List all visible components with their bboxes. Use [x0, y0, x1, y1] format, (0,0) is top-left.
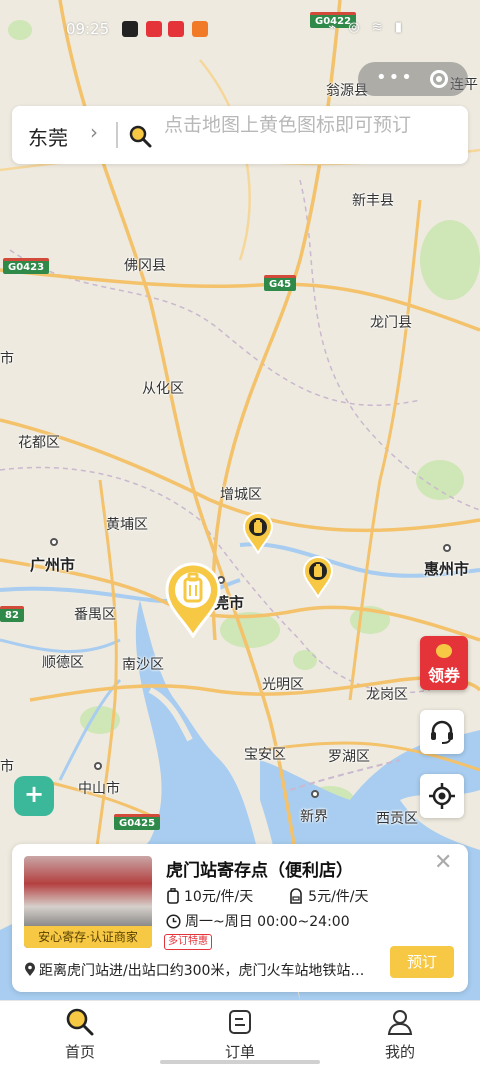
- locate-icon: [429, 783, 455, 809]
- label-shi-left: 市: [0, 351, 14, 367]
- promo-tag: 多订特惠: [164, 934, 212, 950]
- certified-badge: 安心寄存·认证商家: [24, 926, 152, 948]
- search-icon[interactable]: [128, 124, 152, 148]
- tab-bar: 首页 订单 我的: [0, 1000, 480, 1066]
- label-conghua: 从化区: [142, 381, 184, 397]
- suitcase-icon: [167, 888, 179, 904]
- price-row: 10元/件/天 5元/件/天: [166, 886, 369, 906]
- coupon-icon: [436, 644, 452, 658]
- tab-profile[interactable]: 我的: [350, 1007, 450, 1062]
- clock-icon: [166, 914, 181, 929]
- city-dot-xinjie: [311, 790, 319, 798]
- video-app-icon: [146, 21, 162, 37]
- hours-row: 周一~周日 00:00~24:00: [166, 911, 350, 931]
- label-zengcheng: 增城区: [220, 487, 262, 503]
- close-icon[interactable]: ✕: [434, 850, 452, 875]
- label-luohu: 罗湖区: [328, 749, 370, 765]
- label-xigong: 西贡区: [376, 811, 418, 827]
- search-icon: [66, 1008, 94, 1036]
- label-huangpu: 黄埔区: [106, 517, 148, 533]
- app-notification-icon: [122, 21, 138, 37]
- store-name: 虎门站寄存点（便利店）: [166, 861, 353, 881]
- label-zhongshan: 中山市: [78, 781, 120, 797]
- label-shunde: 顺德区: [42, 655, 84, 671]
- status-time: 09:25: [66, 20, 110, 38]
- close-miniprogram-icon[interactable]: [430, 70, 448, 88]
- label-xinfeng: 新丰县: [352, 193, 394, 209]
- customer-service-button[interactable]: [420, 710, 464, 754]
- tab-home[interactable]: 首页: [30, 1007, 130, 1062]
- shop-app-icon: [192, 21, 208, 37]
- tab-orders[interactable]: 订单: [190, 1007, 290, 1062]
- search-input[interactable]: 点击地图上黄色图标即可预订: [164, 112, 454, 138]
- label-panyu: 番禺区: [74, 607, 116, 623]
- price-small: 5元/件/天: [308, 889, 369, 905]
- home-indicator: [160, 1060, 320, 1064]
- location-pin-icon: [25, 962, 35, 976]
- coupon-label: 领券: [427, 666, 460, 685]
- city-dot-huizhou: [443, 544, 451, 552]
- system-status-icons: ⌁ ◎ ≋ ▮: [328, 20, 406, 35]
- divider: [116, 122, 118, 148]
- tab-home-label: 首页: [64, 1043, 95, 1061]
- backpack-icon: [290, 888, 302, 904]
- orders-icon: [229, 1010, 251, 1034]
- store-address[interactable]: 距离虎门站进/出站口约300米，虎门火车站地铁站…: [24, 960, 376, 980]
- chevron-right-icon[interactable]: ›: [90, 120, 98, 144]
- store-card[interactable]: 安心寄存·认证商家 虎门站寄存点（便利店） ✕ 10元/件/天 5元/件/天 周…: [12, 844, 468, 992]
- city-selector[interactable]: 东莞: [28, 122, 68, 151]
- headset-icon: [431, 720, 453, 744]
- tab-orders-label: 订单: [224, 1043, 255, 1061]
- route-shield-g0425: G0425: [114, 814, 161, 830]
- label-baoan: 宝安区: [244, 747, 286, 763]
- route-shield-g45: G45: [264, 275, 297, 291]
- profile-icon: [387, 1010, 413, 1035]
- price-large: 10元/件/天: [184, 889, 254, 905]
- storage-pin-small-2[interactable]: [302, 556, 334, 598]
- tab-profile-label: 我的: [384, 1043, 415, 1061]
- label-shi-left2: 市: [0, 759, 14, 775]
- label-nansha: 南沙区: [122, 657, 164, 673]
- label-huadu: 花都区: [18, 435, 60, 451]
- label-xinjie: 新界: [300, 809, 328, 825]
- address-text: 距离虎门站进/出站口约300米，虎门火车站地铁站…: [39, 963, 365, 979]
- city-dot-guangzhou: [50, 538, 58, 546]
- safety-shield-button[interactable]: +: [14, 776, 54, 816]
- route-shield-82: 82: [0, 606, 24, 622]
- locate-button[interactable]: [420, 774, 464, 818]
- storage-pin-selected[interactable]: [164, 562, 222, 638]
- shield-plus-icon: +: [23, 780, 45, 808]
- route-shield-g0423: G0423: [3, 258, 50, 274]
- more-icon[interactable]: •••: [376, 67, 414, 88]
- label-guangzhou: 广州市: [30, 556, 76, 574]
- label-guangming: 光明区: [262, 677, 304, 693]
- news-app-icon: [168, 21, 184, 37]
- label-longgang: 龙岗区: [366, 687, 408, 703]
- miniprogram-capsule[interactable]: •••: [358, 62, 468, 96]
- city-dot-zhongshan: [94, 762, 102, 770]
- label-fogang: 佛冈县: [124, 258, 166, 274]
- status-bar: 09:25 ⌁ ◎ ≋ ▮: [0, 0, 480, 56]
- opening-hours: 周一~周日 00:00~24:00: [185, 914, 350, 930]
- label-huizhou: 惠州市: [424, 560, 470, 578]
- storage-pin-small[interactable]: [242, 512, 274, 554]
- book-button[interactable]: 预订: [390, 946, 454, 978]
- coupon-button[interactable]: 领券: [420, 636, 468, 690]
- search-bar[interactable]: 东莞 › 点击地图上黄色图标即可预订: [12, 106, 468, 164]
- label-longmen: 龙门县: [370, 315, 412, 331]
- store-photo: 安心寄存·认证商家: [24, 856, 152, 948]
